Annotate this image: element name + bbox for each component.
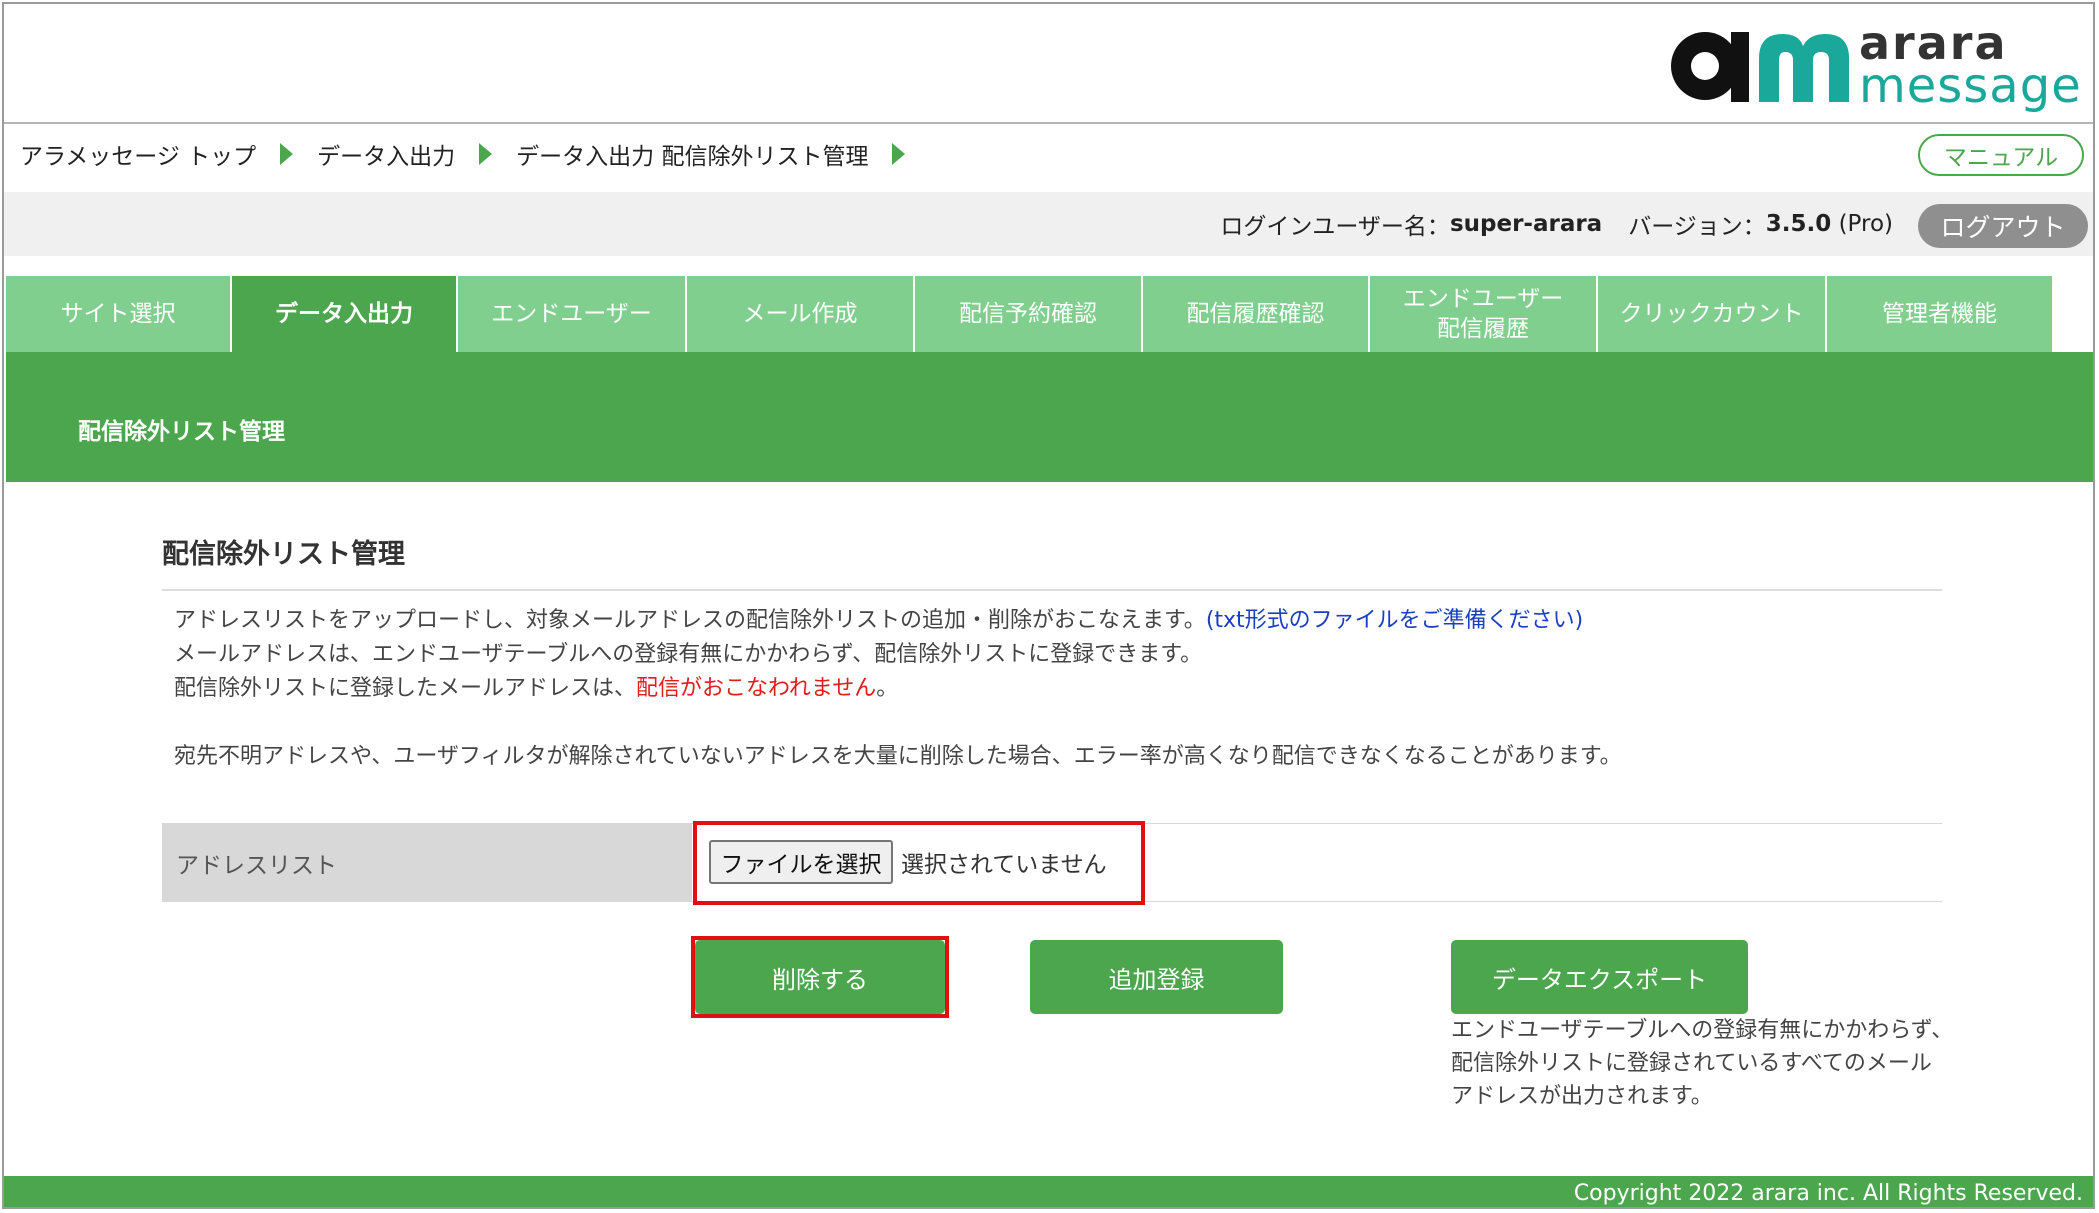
breadcrumb: アラメッセージ トップ データ入出力 データ入出力 配信除外リスト管理 — [20, 134, 929, 174]
app-window: arara message アラメッセージ トップ データ入出力 データ入出力 … — [2, 2, 2095, 1209]
description-text-3: 配信除外リストに登録したメールアドレスは、 — [174, 676, 637, 701]
tab-end-user-delivery-history-line1: エンドユーザー — [1402, 286, 1564, 312]
export-note-line-1: エンドユーザテーブルへの登録有無にかかわらず、 — [1451, 1018, 1954, 1043]
description-line-3: 配信除外リストに登録したメールアドレスは、配信がおこなわれません。 — [174, 672, 1622, 706]
description-text-3-end: 。 — [876, 676, 899, 701]
breadcrumb-arrow-icon — [892, 143, 906, 165]
description-text-1: アドレスリストをアップロードし、対象メールアドレスの配信除外リストの追加・削除が… — [174, 608, 1206, 633]
am-logo-icon — [1671, 32, 1849, 102]
tab-delivery-history[interactable]: 配信履歴確認 — [1143, 276, 1370, 352]
breadcrumb-arrow-icon — [479, 143, 493, 165]
manual-button[interactable]: マニュアル — [1918, 134, 2084, 176]
export-note: エンドユーザテーブルへの登録有無にかかわらず、 配信除外リストに登録されているす… — [1451, 1014, 1971, 1113]
breadcrumb-arrow-icon — [280, 143, 294, 165]
page-title: 配信除外リスト管理 — [162, 539, 405, 570]
description: アドレスリストをアップロードし、対象メールアドレスの配信除外リストの追加・削除が… — [174, 604, 1622, 774]
breadcrumb-item-top[interactable]: アラメッセージ トップ — [20, 137, 256, 171]
version-number: 3.5.0 — [1765, 211, 1832, 237]
main-nav-tabs: サイト選択 データ入出力 エンドユーザー メール作成 配信予約確認 配信履歴確認… — [6, 276, 2054, 352]
txt-format-note: (txt形式のファイルをご準備ください) — [1205, 608, 1584, 633]
footer: Copyright 2022 arara inc. All Rights Res… — [4, 1176, 2093, 1207]
breadcrumb-item-data-io[interactable]: データ入出力 — [317, 137, 455, 171]
user-info: ログインユーザー名： super-arara バージョン： 3.5.0 (Pro… — [1220, 192, 1893, 256]
description-line-1: アドレスリストをアップロードし、対象メールアドレスの配信除外リストの追加・削除が… — [174, 604, 1622, 638]
title-divider — [162, 589, 1942, 591]
bulk-delete-warning: 宛先不明アドレスや、ユーザフィルタが解除されていないアドレスを大量に削除した場合… — [174, 744, 1622, 769]
header-divider — [4, 122, 2093, 124]
version-label: バージョン： — [1628, 214, 1766, 240]
tab-delivery-reservation[interactable]: 配信予約確認 — [915, 276, 1143, 352]
tab-mail-create[interactable]: メール作成 — [687, 276, 915, 352]
tab-site-select[interactable]: サイト選択 — [6, 276, 232, 352]
add-register-button[interactable]: 追加登録 — [1030, 940, 1283, 1014]
delete-button-highlight — [691, 936, 949, 1018]
choose-file-button[interactable]: ファイルを選択 — [709, 840, 893, 884]
breadcrumb-item-current: データ入出力 配信除外リスト管理 — [516, 144, 869, 170]
tab-end-user-delivery-history-line2: 配信履歴 — [1436, 316, 1529, 342]
login-user-label: ログインユーザー名： — [1220, 214, 1450, 240]
logout-button[interactable]: ログアウト — [1918, 204, 2088, 248]
export-note-line-2: 配信除外リストに登録されているすべてのメール — [1451, 1051, 1932, 1076]
description-line-2: メールアドレスは、エンドユーザテーブルへの登録有無にかかわらず、配信除外リストに… — [174, 642, 1203, 667]
copyright: Copyright 2022 arara inc. All Rights Res… — [1573, 1181, 2083, 1206]
version-edition: (Pro) — [1838, 211, 1893, 237]
address-list-label: アドレスリスト — [162, 824, 692, 901]
tab-click-count[interactable]: クリックカウント — [1598, 276, 1827, 352]
tab-end-user-delivery-history[interactable]: エンドユーザー 配信履歴 — [1370, 276, 1598, 352]
export-note-line-3: アドレスが出力されます。 — [1451, 1084, 1713, 1109]
logo-word-message: message — [1859, 58, 2082, 114]
section-banner — [6, 352, 2093, 482]
no-delivery-warning: 配信がおこなわれません — [636, 676, 877, 701]
data-export-button[interactable]: データエクスポート — [1451, 940, 1748, 1014]
tab-data-io[interactable]: データ入出力 — [232, 276, 458, 352]
section-title: 配信除外リスト管理 — [78, 419, 285, 445]
arara-message-logo[interactable]: arara message — [1659, 16, 2081, 114]
tab-end-user[interactable]: エンドユーザー — [458, 276, 687, 352]
file-status-text: 選択されていません — [901, 852, 1107, 878]
tab-admin-functions[interactable]: 管理者機能 — [1827, 276, 2054, 352]
user-bar: ログインユーザー名： super-arara バージョン： 3.5.0 (Pro… — [4, 192, 2093, 256]
login-user-name: super-arara — [1449, 211, 1603, 237]
